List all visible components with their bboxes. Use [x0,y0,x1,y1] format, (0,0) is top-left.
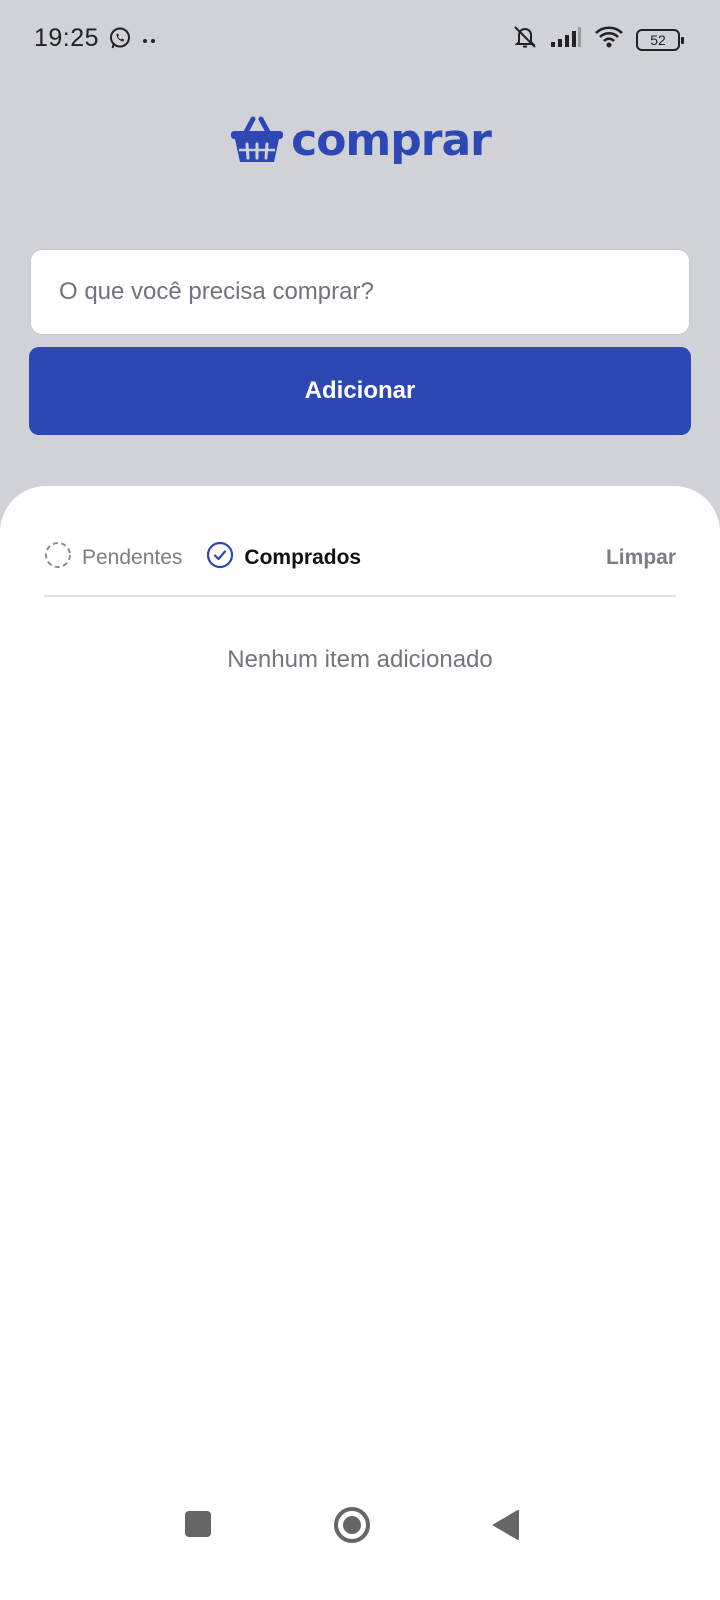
divider [44,595,676,597]
empty-list-message: Nenhum item adicionado [227,646,493,673]
pending-circle-icon [44,541,72,575]
filter-pending-label: Pendentes [82,546,183,569]
filter-pending[interactable]: Pendentes [44,541,182,575]
item-input[interactable] [30,249,690,335]
logo-text: comprar [291,115,492,166]
back-icon[interactable] [492,1509,520,1546]
signal-icon [550,26,582,53]
check-circle-icon [206,541,234,575]
battery-icon: 52 [636,28,684,51]
status-time: 19:25 [34,24,100,52]
recents-icon[interactable] [184,1510,212,1543]
basket-icon [229,116,285,171]
app-screen: 19:25 52 comprar O que você precisa comp… [0,0,720,1600]
battery-level: 52 [650,31,666,48]
filter-bought-label: Comprados [244,546,362,569]
whatsapp-icon [108,26,132,55]
add-button[interactable]: Adicionar [29,347,691,435]
status-bar: 19:25 52 [0,0,720,78]
navigation-bar [0,1507,720,1600]
wifi-icon [594,25,624,54]
more-dots-icon [142,32,158,50]
clear-button[interactable]: Limpar [606,546,676,570]
filter-row: Pendentes Comprados Limpar [44,533,676,583]
filter-bought[interactable]: Comprados [206,541,361,575]
app-logo: comprar [0,115,720,171]
home-icon[interactable] [333,1506,371,1549]
bell-muted-icon [512,24,538,55]
